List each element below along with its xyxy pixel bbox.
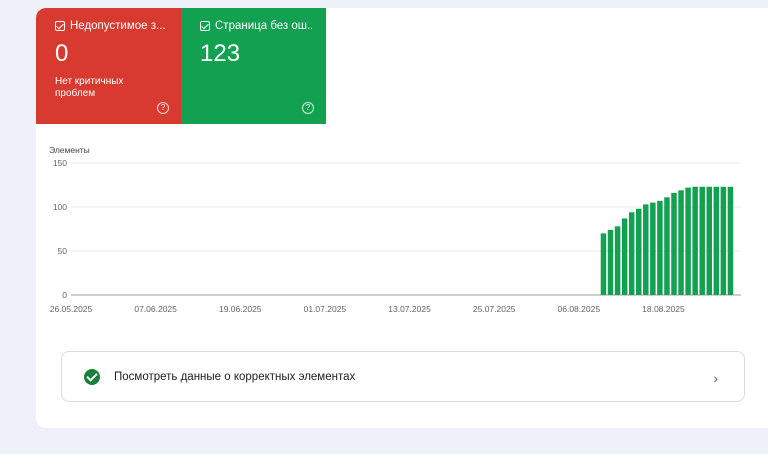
- bar: [678, 190, 684, 295]
- bar: [685, 187, 691, 295]
- valid-items-tile[interactable]: Страница без ош... 123 ?: [181, 8, 326, 124]
- bar: [713, 186, 720, 295]
- bar: [664, 197, 670, 295]
- checkbox-checked-icon[interactable]: [200, 21, 210, 31]
- bar: [621, 218, 628, 295]
- bar: [720, 186, 727, 295]
- help-icon[interactable]: ?: [302, 102, 314, 114]
- valid-items-count: 123: [200, 40, 241, 67]
- report-card: Недопустимое з... 0 Нет критичных пробле…: [36, 8, 768, 428]
- invalid-items-title: Недопустимое з...: [70, 20, 166, 32]
- bar: [706, 186, 713, 295]
- x-tick-label: 06.08.2025: [558, 304, 601, 314]
- bar: [643, 204, 649, 295]
- view-valid-items-label: Посмотреть данные о корректных элементах: [114, 370, 356, 383]
- y-tick-label: 150: [53, 158, 67, 168]
- bar: [699, 186, 705, 295]
- bar: [628, 212, 635, 295]
- invalid-items-subtitle: Нет критичных проблем: [55, 76, 124, 99]
- bar: [692, 186, 698, 295]
- x-tick-label: 13.07.2025: [388, 304, 431, 314]
- bar: [614, 226, 621, 295]
- bar: [600, 233, 607, 295]
- bar: [635, 208, 642, 295]
- help-icon[interactable]: ?: [157, 102, 169, 114]
- x-tick-label: 19.06.2025: [219, 304, 262, 314]
- bar: [607, 229, 614, 295]
- y-tick-label: 0: [62, 290, 67, 300]
- y-tick-label: 50: [58, 246, 68, 256]
- view-valid-items-row[interactable]: Посмотреть данные о корректных элементах…: [61, 351, 745, 402]
- x-tick-label: 01.07.2025: [304, 304, 347, 314]
- items-bar-chart: 0 50 100 150 26.05.2025 07.06.2025 19.06.2025 0…: [50, 158, 741, 314]
- bar: [671, 192, 677, 295]
- invalid-items-header[interactable]: Недопустимое з...: [55, 20, 167, 32]
- check-circle-icon: [84, 368, 100, 385]
- valid-items-title: Страница без ош...: [215, 20, 312, 32]
- x-tick-label: 25.07.2025: [473, 304, 516, 314]
- bar: [727, 186, 734, 295]
- x-tick-label: 26.05.2025: [50, 304, 93, 314]
- x-tick-label: 07.06.2025: [134, 304, 177, 314]
- valid-items-header[interactable]: Страница без ош...: [200, 20, 312, 32]
- y-tick-label: 100: [53, 202, 67, 212]
- chevron-right-icon[interactable]: ›: [713, 370, 718, 386]
- x-tick-label: 18.08.2025: [642, 304, 685, 314]
- bar: [650, 202, 656, 295]
- bar: [657, 200, 663, 295]
- checkbox-checked-icon[interactable]: [55, 21, 65, 31]
- invalid-items-tile[interactable]: Недопустимое з... 0 Нет критичных пробле…: [36, 8, 181, 124]
- invalid-items-count: 0: [55, 40, 69, 67]
